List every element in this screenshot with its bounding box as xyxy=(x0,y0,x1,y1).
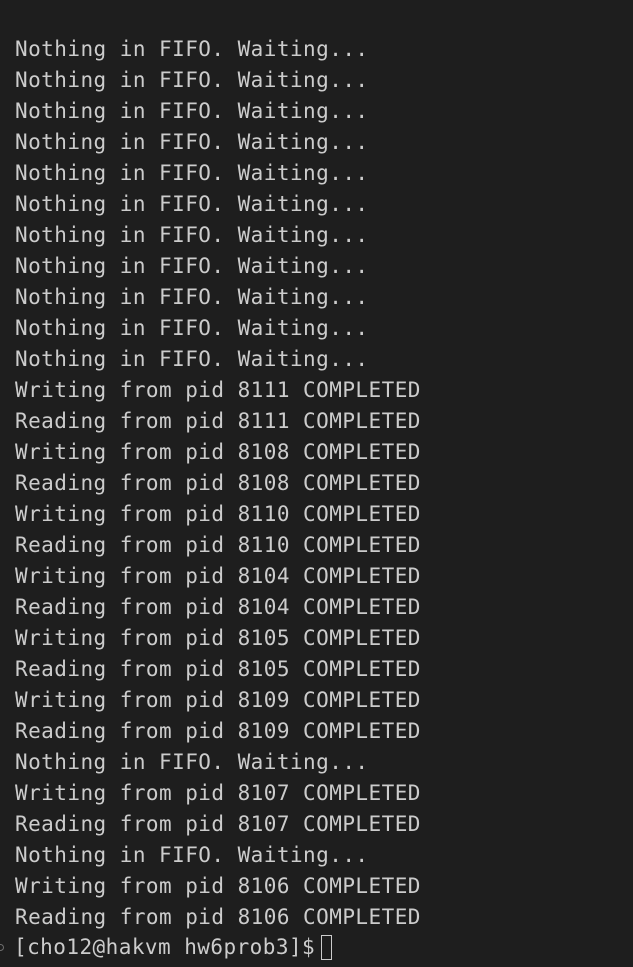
terminal-line: Nothing in FIFO. Waiting... xyxy=(15,750,369,774)
terminal-line: Reading from pid 8108 COMPLETED xyxy=(15,471,421,495)
terminal-line: Writing from pid 8110 COMPLETED xyxy=(15,502,421,526)
terminal-line: Reading from pid 8105 COMPLETED xyxy=(15,657,421,681)
terminal-line: Nothing in FIFO. Waiting... xyxy=(15,285,369,309)
terminal-line: Reading from pid 8106 COMPLETED xyxy=(15,905,421,929)
terminal-line: Writing from pid 8104 COMPLETED xyxy=(15,564,421,588)
terminal-line: Nothing in FIFO. Waiting... xyxy=(15,254,369,278)
terminal-line: Nothing in FIFO. Waiting... xyxy=(15,843,369,867)
terminal-line: Nothing in FIFO. Waiting... xyxy=(15,37,369,61)
terminal-line: Writing from pid 8111 COMPLETED xyxy=(15,378,421,402)
terminal-line: Nothing in FIFO. Waiting... xyxy=(15,161,369,185)
terminal-line: Writing from pid 8107 COMPLETED xyxy=(15,781,421,805)
terminal-line: Writing from pid 8105 COMPLETED xyxy=(15,626,421,650)
terminal-line: Nothing in FIFO. Waiting... xyxy=(15,347,369,371)
text-cursor xyxy=(321,935,333,960)
terminal-line: Reading from pid 8109 COMPLETED xyxy=(15,719,421,743)
terminal-line: Nothing in FIFO. Waiting... xyxy=(15,192,369,216)
terminal-line: Writing from pid 8108 COMPLETED xyxy=(15,440,421,464)
terminal-line: Nothing in FIFO. Waiting... xyxy=(15,223,369,247)
terminal-line: Reading from pid 8110 COMPLETED xyxy=(15,533,421,557)
terminal-line: Reading from pid 8107 COMPLETED xyxy=(15,812,421,836)
terminal-line: Reading from pid 8111 COMPLETED xyxy=(15,409,421,433)
terminal-panel[interactable]: Nothing in FIFO. Waiting... Nothing in FI… xyxy=(0,0,633,967)
terminal-line: Writing from pid 8109 COMPLETED xyxy=(15,688,421,712)
terminal-line: Nothing in FIFO. Waiting... xyxy=(15,99,369,123)
terminal-line: Nothing in FIFO. Waiting... xyxy=(15,316,369,340)
terminal-line: Reading from pid 8104 COMPLETED xyxy=(15,595,421,619)
terminal-prompt-row[interactable]: [cho12@hakvm hw6prob3]$ xyxy=(0,932,333,963)
terminal-line: Nothing in FIFO. Waiting... xyxy=(15,130,369,154)
terminal-output: Nothing in FIFO. Waiting... Nothing in FI… xyxy=(15,34,625,933)
shell-prompt: [cho12@hakvm hw6prob3]$ xyxy=(14,935,316,959)
terminal-line: Writing from pid 8106 COMPLETED xyxy=(15,874,421,898)
command-decoration-icon[interactable] xyxy=(0,944,4,951)
terminal-line: Nothing in FIFO. Waiting... xyxy=(15,68,369,92)
